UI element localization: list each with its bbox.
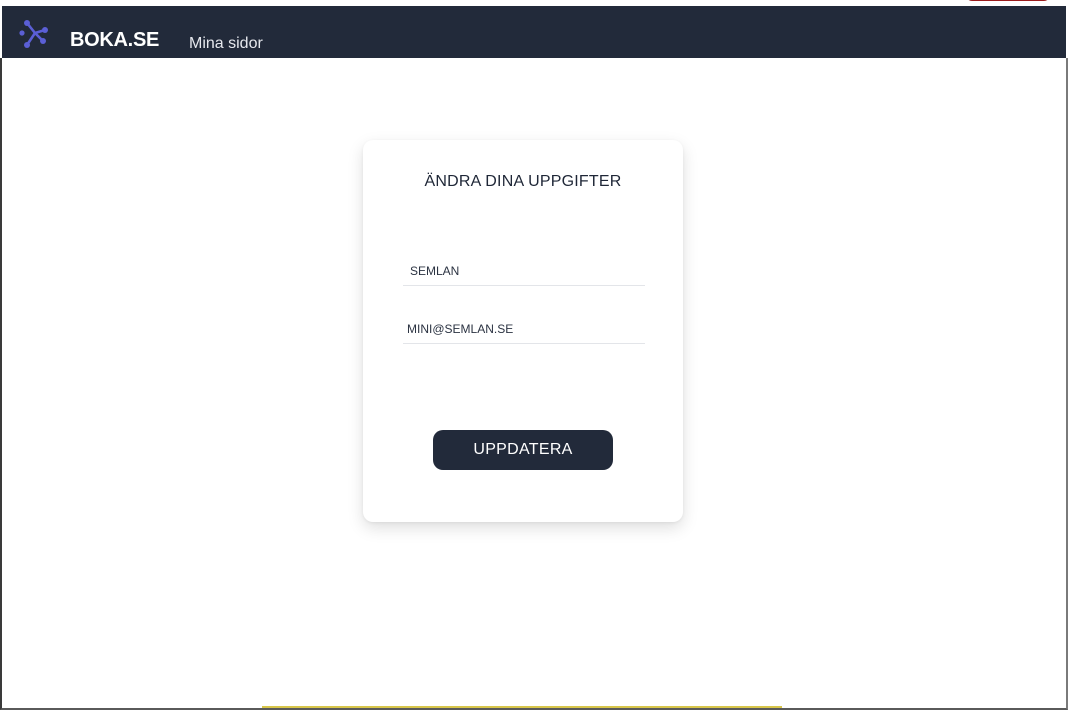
- edit-details-card: ÄNDRA DINA UPPGIFTER UPPDATERA: [363, 140, 683, 522]
- name-field[interactable]: [403, 256, 645, 286]
- nav-link-mina-sidor[interactable]: Mina sidor: [189, 34, 263, 54]
- molecule-logo-icon[interactable]: [18, 18, 52, 52]
- top-right-button-edge[interactable]: [966, 0, 1050, 1]
- brand-name[interactable]: BOKA.SE: [70, 28, 159, 52]
- card-title: ÄNDRA DINA UPPGIFTER: [424, 173, 622, 190]
- update-button[interactable]: UPPDATERA: [433, 430, 613, 470]
- taskbar-edge: [262, 706, 782, 708]
- navbar: BOKA.SE Mina sidor: [2, 6, 1066, 58]
- email-field[interactable]: [403, 314, 645, 344]
